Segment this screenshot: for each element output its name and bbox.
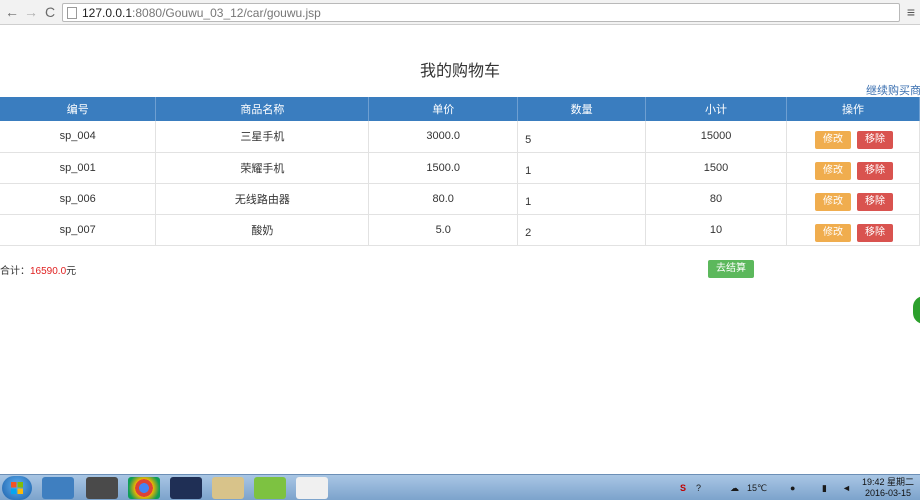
col-header-subtotal: 小计 [645, 97, 787, 121]
eclipse-icon[interactable] [170, 477, 202, 499]
cell-qty: 2 [517, 214, 647, 246]
weather-temp: 15℃ [747, 483, 768, 493]
qq-icon[interactable]: ● [790, 475, 795, 501]
cell-name: 酸奶 [155, 214, 370, 246]
clock-time: 19:42 星期二 [861, 477, 915, 487]
col-header-actions: 操作 [786, 97, 920, 121]
url-path: :8080/Gouwu_03_12/car/gouwu.jsp [132, 6, 321, 20]
delete-button[interactable]: 移除 [857, 130, 893, 149]
url-host: 127.0.0.1 [82, 6, 133, 20]
signal-icon: ▮ [822, 483, 827, 493]
col-header-id: 编号 [0, 97, 157, 121]
cell-name: 三星手机 [155, 121, 370, 153]
url-text: 127.0.0.1:8080/Gouwu_03_12/car/gouwu.jsp [82, 6, 321, 20]
table-row: sp_001 荣耀手机 1500.0 1 1500 修改 移除 [0, 152, 920, 184]
cell-subtotal: 10 [645, 214, 787, 246]
cell-name: 无线路由器 [155, 183, 370, 215]
cell-actions: 修改 移除 [786, 152, 920, 184]
back-icon[interactable]: ← [3, 3, 21, 21]
table-row: sp_007 酸奶 5.0 2 10 修改 移除 [0, 214, 920, 246]
cell-price: 1500.0 [368, 152, 519, 184]
reload-icon[interactable]: C [41, 3, 59, 21]
col-header-qty: 数量 [517, 97, 647, 121]
edit-button[interactable]: 修改 [815, 224, 851, 242]
windows-logo-icon [11, 482, 23, 494]
cell-qty: 1 [517, 152, 647, 184]
sublime-text-icon[interactable] [86, 477, 118, 499]
total-label: 合计： [0, 266, 30, 277]
cell-id: sp_006 [0, 183, 157, 215]
total-unit: 元 [66, 266, 77, 277]
total-amount: 16590.0 [30, 266, 67, 277]
delete-button[interactable]: 移除 [857, 193, 893, 211]
checkout-button[interactable]: 去结算 [708, 260, 754, 278]
delete-button[interactable]: 移除 [857, 224, 893, 242]
forward-icon[interactable]: → [22, 3, 40, 21]
cart-total: 合计：16590.0元 [0, 262, 76, 277]
cell-qty: 5 [517, 121, 647, 153]
start-button[interactable] [2, 476, 32, 500]
table-row: sp_006 无线路由器 80.0 1 80 修改 移除 [0, 183, 920, 215]
volume-icon[interactable]: ◄ [842, 475, 851, 501]
cell-id: sp_007 [0, 214, 157, 246]
cell-subtotal: 80 [645, 183, 787, 215]
clock-date: 2016-03-15 [864, 488, 912, 498]
paint-app-icon[interactable] [296, 477, 328, 499]
chrome-icon[interactable] [128, 477, 160, 499]
weather-icon: ☁ [730, 483, 739, 493]
edit-button[interactable]: 修改 [815, 193, 851, 211]
folder-icon[interactable] [212, 477, 244, 499]
cell-price: 80.0 [368, 183, 519, 215]
address-bar[interactable]: 127.0.0.1:8080/Gouwu_03_12/car/gouwu.jsp [62, 3, 900, 22]
cell-subtotal: 1500 [645, 152, 787, 184]
help-icon[interactable]: ? [696, 475, 701, 501]
system-clock[interactable]: 19:42 星期二 2016-03-15 [858, 477, 918, 499]
cell-id: sp_004 [0, 121, 157, 153]
green-app-icon[interactable] [254, 477, 286, 499]
col-header-name: 商品名称 [155, 97, 370, 121]
delete-button[interactable]: 移除 [857, 162, 893, 180]
cell-qty: 1 [517, 183, 647, 215]
col-header-price: 单价 [368, 97, 519, 121]
cell-name: 荣耀手机 [155, 152, 370, 184]
cell-actions: 修改 移除 [786, 121, 920, 153]
os-taskbar: S ? ☁ 15℃ ● ▮ ◄ 19:42 星期二 2016-03-15 [0, 474, 920, 500]
floating-widget-icon[interactable] [913, 296, 920, 324]
cart-table: 编号 商品名称 单价 数量 小计 操作 sp_004 三星手机 3000.0 5… [0, 97, 920, 246]
page-title: 我的购物车 [419, 63, 500, 80]
edit-button[interactable]: 修改 [815, 162, 851, 180]
edit-button[interactable]: 修改 [815, 130, 851, 149]
cell-actions: 修改 移除 [786, 183, 920, 215]
browser-toolbar: ← → C 127.0.0.1:8080/Gouwu_03_12/car/gou… [0, 0, 920, 25]
table-header-row: 编号 商品名称 单价 数量 小计 操作 [0, 97, 920, 121]
menu-icon[interactable]: ≡ [904, 3, 918, 21]
cell-price: 5.0 [368, 214, 519, 246]
cell-id: sp_001 [0, 152, 157, 184]
page-icon [67, 7, 77, 19]
network-app-icon[interactable] [42, 477, 74, 499]
table-row: sp_004 三星手机 3000.0 5 15000 修改 移除 [0, 121, 920, 153]
continue-shopping-link[interactable]: 继续购买商品 [866, 82, 920, 98]
cell-subtotal: 15000 [645, 121, 787, 153]
cell-price: 3000.0 [368, 121, 519, 153]
cell-actions: 修改 移除 [786, 214, 920, 246]
sogou-ime-icon[interactable]: S [680, 475, 686, 501]
